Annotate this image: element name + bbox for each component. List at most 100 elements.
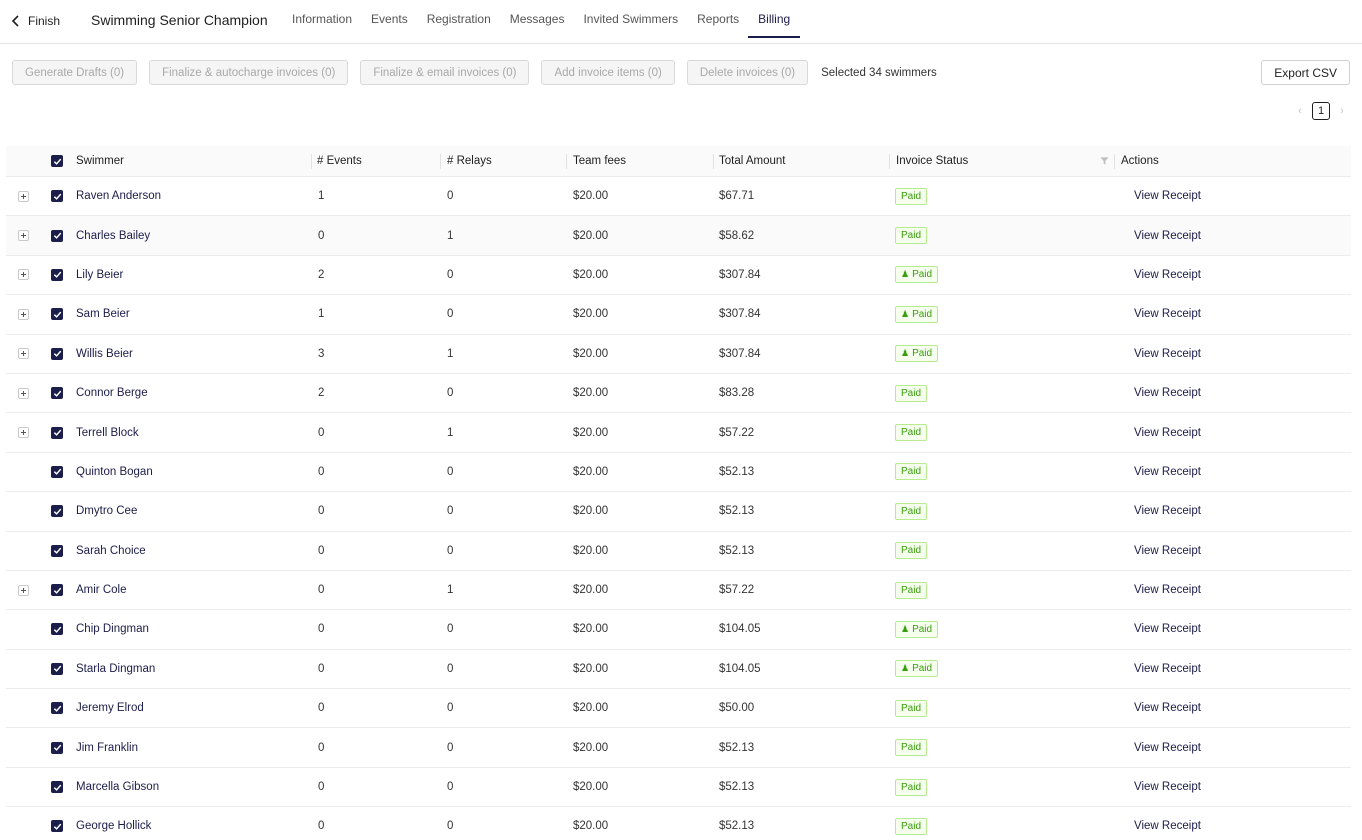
checkbox[interactable] xyxy=(51,268,63,281)
view-receipt-label[interactable]: View Receipt xyxy=(1134,427,1201,439)
view-receipt-label[interactable]: View Receipt xyxy=(1134,623,1201,635)
view-receipt-link[interactable]: View Receipt xyxy=(1134,335,1201,373)
checkbox[interactable] xyxy=(51,781,63,794)
table-row[interactable]: Charles Bailey 0 1 $20.00 $58.62 Paid View Rec… xyxy=(6,216,1351,256)
table-row[interactable]: Quinton Bogan 0 0 $20.00 $52.13 Paid View Rece… xyxy=(6,453,1351,493)
view-receipt-label[interactable]: View Receipt xyxy=(1134,308,1201,320)
view-receipt-link[interactable]: View Receipt xyxy=(1134,650,1201,688)
checkbox[interactable] xyxy=(51,584,63,597)
table-row[interactable]: Raven Anderson 1 0 $20.00 $67.71 Paid View Rec… xyxy=(6,177,1351,217)
row-checkbox[interactable] xyxy=(51,610,63,648)
plus-icon[interactable] xyxy=(18,387,29,399)
checkbox[interactable] xyxy=(51,702,63,715)
tab-information[interactable]: Information xyxy=(292,0,352,44)
row-expand-button[interactable] xyxy=(18,295,29,333)
table-row[interactable]: Terrell Block 0 1 $20.00 $57.22 Paid View Rece… xyxy=(6,413,1351,453)
checkbox[interactable] xyxy=(51,623,63,636)
filter-icon[interactable] xyxy=(1100,156,1109,166)
row-checkbox[interactable] xyxy=(51,492,63,530)
add-invoice-items-button[interactable]: Add invoice items (0) xyxy=(541,60,675,85)
view-receipt-label[interactable]: View Receipt xyxy=(1134,742,1201,754)
checkbox[interactable] xyxy=(51,465,63,478)
col-total-amount[interactable]: Total Amount xyxy=(719,146,785,176)
view-receipt-label[interactable]: View Receipt xyxy=(1134,190,1201,202)
table-row[interactable]: Amir Cole 0 1 $20.00 $57.22 Paid View Receipt xyxy=(6,571,1351,611)
checkbox[interactable] xyxy=(51,155,63,167)
plus-icon[interactable] xyxy=(18,269,29,281)
view-receipt-label[interactable]: View Receipt xyxy=(1134,269,1201,281)
view-receipt-link[interactable]: View Receipt xyxy=(1134,807,1201,840)
row-checkbox[interactable] xyxy=(51,256,63,294)
row-checkbox[interactable] xyxy=(51,177,63,215)
row-checkbox[interactable] xyxy=(51,728,63,766)
plus-icon[interactable] xyxy=(18,230,29,242)
view-receipt-link[interactable]: View Receipt xyxy=(1134,256,1201,294)
plus-icon[interactable] xyxy=(18,308,29,320)
chevron-right-icon[interactable]: › xyxy=(1336,105,1348,117)
checkbox[interactable] xyxy=(51,347,63,360)
view-receipt-link[interactable]: View Receipt xyxy=(1134,295,1201,333)
view-receipt-link[interactable]: View Receipt xyxy=(1134,689,1201,727)
view-receipt-link[interactable]: View Receipt xyxy=(1134,571,1201,609)
table-row[interactable]: Marcella Gibson 0 0 $20.00 $52.13 Paid View Re… xyxy=(6,768,1351,808)
checkbox[interactable] xyxy=(51,544,63,557)
view-receipt-link[interactable]: View Receipt xyxy=(1134,374,1201,412)
view-receipt-link[interactable]: View Receipt xyxy=(1134,177,1201,215)
row-checkbox[interactable] xyxy=(51,335,63,373)
checkbox[interactable] xyxy=(51,308,63,321)
row-checkbox[interactable] xyxy=(51,532,63,570)
view-receipt-label[interactable]: View Receipt xyxy=(1134,505,1201,517)
row-checkbox[interactable] xyxy=(51,689,63,727)
table-row[interactable]: Sam Beier 1 0 $20.00 $307.84 ♟ Paid View Receip… xyxy=(6,295,1351,335)
table-row[interactable]: Lily Beier 2 0 $20.00 $307.84 ♟ Paid View Recei… xyxy=(6,256,1351,296)
col-swimmer[interactable]: Swimmer xyxy=(76,146,124,176)
checkbox[interactable] xyxy=(51,662,63,675)
checkbox[interactable] xyxy=(51,190,63,203)
view-receipt-label[interactable]: View Receipt xyxy=(1134,663,1201,675)
finalize-email-button[interactable]: Finalize & email invoices (0) xyxy=(360,60,530,85)
view-receipt-link[interactable]: View Receipt xyxy=(1134,728,1201,766)
view-receipt-link[interactable]: View Receipt xyxy=(1134,492,1201,530)
view-receipt-label[interactable]: View Receipt xyxy=(1134,230,1201,242)
view-receipt-label[interactable]: View Receipt xyxy=(1134,702,1201,714)
row-checkbox[interactable] xyxy=(51,216,63,254)
col-relays[interactable]: # Relays xyxy=(447,146,492,176)
finish-back-button[interactable]: Finish xyxy=(10,11,60,31)
view-receipt-label[interactable]: View Receipt xyxy=(1134,781,1201,793)
table-row[interactable]: Sarah Choice 0 0 $20.00 $52.13 Paid View Recei… xyxy=(6,532,1351,571)
table-row[interactable]: Starla Dingman 0 0 $20.00 $104.05 ♟ Paid View R… xyxy=(6,650,1351,690)
generate-drafts-button[interactable]: Generate Drafts (0) xyxy=(12,60,138,85)
table-row[interactable]: Connor Berge 2 0 $20.00 $83.28 Paid View Recei… xyxy=(6,374,1351,414)
row-expand-button[interactable] xyxy=(18,177,29,215)
view-receipt-label[interactable]: View Receipt xyxy=(1134,348,1201,360)
checkbox[interactable] xyxy=(51,820,63,833)
view-receipt-label[interactable]: View Receipt xyxy=(1134,584,1201,596)
checkbox[interactable] xyxy=(51,505,63,518)
row-checkbox[interactable] xyxy=(51,571,63,609)
view-receipt-link[interactable]: View Receipt xyxy=(1134,768,1201,806)
view-receipt-label[interactable]: View Receipt xyxy=(1134,545,1201,557)
table-row[interactable]: Dmytro Cee 0 0 $20.00 $52.13 Paid View Receipt xyxy=(6,492,1351,532)
col-team-fees[interactable]: Team fees xyxy=(573,146,626,176)
row-checkbox[interactable] xyxy=(51,807,63,840)
tab-registration[interactable]: Registration xyxy=(427,0,491,44)
row-expand-button[interactable] xyxy=(18,374,29,412)
checkbox[interactable] xyxy=(51,426,63,439)
table-row[interactable]: Jeremy Elrod 0 0 $20.00 $50.00 Paid View Recei… xyxy=(6,689,1351,729)
row-checkbox[interactable] xyxy=(51,295,63,333)
tab-invited-swimmers[interactable]: Invited Swimmers xyxy=(583,0,678,44)
export-csv-button[interactable]: Export CSV xyxy=(1261,60,1350,85)
row-expand-button[interactable] xyxy=(18,413,29,451)
page-number[interactable]: 1 xyxy=(1312,102,1330,120)
chevron-left-icon[interactable]: ‹ xyxy=(1294,105,1306,117)
finalize-autocharge-button[interactable]: Finalize & autocharge invoices (0) xyxy=(149,60,349,85)
plus-icon[interactable] xyxy=(18,427,29,439)
checkbox[interactable] xyxy=(51,387,63,400)
tab-billing[interactable]: Billing xyxy=(748,0,801,44)
table-row[interactable]: Chip Dingman 0 0 $20.00 $104.05 ♟ Paid View Rec… xyxy=(6,610,1351,650)
view-receipt-link[interactable]: View Receipt xyxy=(1134,453,1201,491)
row-checkbox[interactable] xyxy=(51,768,63,806)
view-receipt-link[interactable]: View Receipt xyxy=(1134,413,1201,451)
view-receipt-label[interactable]: View Receipt xyxy=(1134,387,1201,399)
view-receipt-link[interactable]: View Receipt xyxy=(1134,610,1201,648)
